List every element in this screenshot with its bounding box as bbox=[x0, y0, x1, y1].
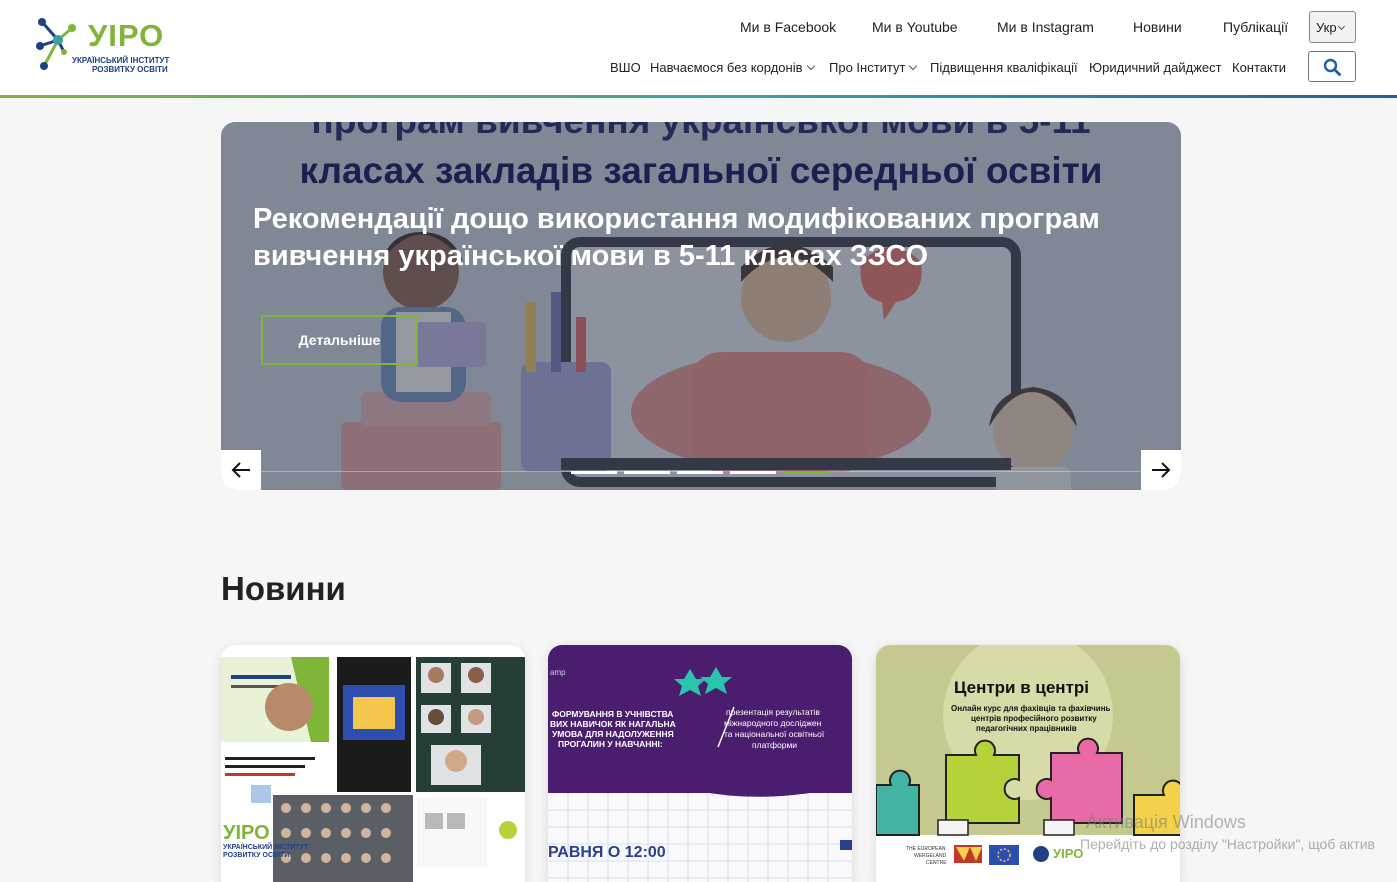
card-subheading: міжнародного досліджен bbox=[724, 718, 822, 728]
news-link[interactable]: Новини bbox=[1133, 19, 1182, 35]
chevron-down-icon bbox=[909, 61, 918, 71]
card-logo-text: УКРАЇНСЬКИЙ ІНСТИТУТ bbox=[223, 844, 309, 851]
card-heading: УМОВА ДЛЯ НАДОЛУЖЕННЯ bbox=[552, 729, 674, 739]
os-activation-watermark: Активація Windows bbox=[1086, 812, 1246, 832]
publications-link[interactable]: Публікації bbox=[1223, 19, 1288, 35]
card-heading: Центри в центрі bbox=[954, 678, 1090, 697]
svg-text:amp: amp bbox=[550, 668, 566, 677]
card-subheading: педагогічних працівників bbox=[976, 724, 1077, 733]
card-logo-text: РОЗВИТКУ ОСВІТИ bbox=[223, 852, 290, 859]
news-card[interactable]: УІРО УКРАЇНСЬКИЙ ІНСТИТУТ РОЗВИТКУ ОСВІТ… bbox=[221, 645, 525, 882]
slider-dot[interactable] bbox=[677, 471, 723, 474]
slider-dot[interactable] bbox=[571, 471, 617, 474]
card-subheading: презентація результатів bbox=[726, 707, 820, 717]
facebook-link[interactable]: Ми в Facebook bbox=[740, 19, 836, 35]
slider-dot[interactable] bbox=[730, 471, 776, 474]
nav-item-study-without-borders[interactable]: Навчаємося без кордонів bbox=[650, 60, 815, 75]
card-heading: ПРОГАЛИН У НАВЧАННІ: bbox=[558, 739, 663, 749]
hero-more-button[interactable]: Детальніше bbox=[261, 315, 418, 365]
search-icon bbox=[1323, 58, 1341, 76]
logo-word: УІРО bbox=[88, 18, 165, 53]
hero-background-text: класах закладів загальної середньої осві… bbox=[299, 150, 1103, 191]
chevron-down-icon bbox=[1337, 22, 1345, 31]
nav-item-legal-digest[interactable]: Юридичний дайджест bbox=[1089, 60, 1222, 75]
card-logo-word: УІРО bbox=[223, 822, 270, 844]
hero-title: Рекомендації дощо використання модифіков… bbox=[253, 203, 1100, 272]
site-header: УІРО УКРАЇНСЬКИЙ ІНСТИТУТ РОЗВИТКУ ОСВІТ… bbox=[0, 0, 1397, 95]
arrow-left-icon bbox=[231, 462, 250, 478]
slider-dot-active[interactable] bbox=[783, 471, 829, 474]
site-logo[interactable]: УІРО УКРАЇНСЬКИЙ ІНСТИТУТ РОЗВИТКУ ОСВІТ… bbox=[36, 18, 176, 74]
card-heading: ВИХ НАВИЧОК ЯК НАГАЛЬНА bbox=[550, 719, 676, 729]
slider-dot[interactable] bbox=[624, 471, 670, 474]
slider-next-button[interactable] bbox=[1141, 450, 1181, 490]
card-subheading: центрів професійного розвитку bbox=[971, 714, 1097, 723]
nav-item-contacts[interactable]: Контакти bbox=[1232, 60, 1286, 75]
arrow-right-icon bbox=[1152, 462, 1171, 478]
logo-subtitle: УКРАЇНСЬКИЙ ІНСТИТУТ bbox=[72, 56, 170, 65]
hero-slider: програм вивчення української мови в 5-11… bbox=[221, 122, 1181, 490]
card-heading: ФОРМУВАННЯ В УЧНІВСТВА bbox=[552, 709, 674, 719]
logo-subtitle: РОЗВИТКУ ОСВІТИ bbox=[92, 65, 168, 74]
nav-item-vsho[interactable]: ВШО bbox=[610, 60, 641, 75]
nav-item-label: Навчаємося без кордонів bbox=[650, 60, 803, 75]
card-subheading: та національної освітньої bbox=[724, 729, 825, 739]
card-subheading: платформи bbox=[752, 740, 798, 750]
news-section-title: Новини bbox=[221, 570, 346, 607]
hero-background-text: програм вивчення української мови в 5-11 bbox=[221, 122, 1181, 142]
chevron-down-icon bbox=[806, 61, 815, 71]
search-button[interactable] bbox=[1308, 51, 1356, 82]
molecule-logo-icon bbox=[36, 18, 76, 70]
card-subheading: Онлайн курс для фахівців та фахівчинь bbox=[951, 704, 1111, 713]
os-activation-watermark: Перейдіть до розділу "Настройки", щоб ак… bbox=[1080, 836, 1375, 852]
card-partner-text: THE EUROPEAN bbox=[906, 846, 946, 852]
nav-item-qualification[interactable]: Підвищення кваліфікації bbox=[930, 60, 1078, 75]
card-date: РАВНЯ О 12:00 bbox=[548, 844, 666, 861]
youtube-link[interactable]: Ми в Youtube bbox=[872, 19, 958, 35]
header-divider bbox=[0, 95, 1397, 98]
language-value: Укр bbox=[1316, 20, 1337, 35]
card-partner-text: CENTRE bbox=[926, 860, 947, 866]
nav-item-label: Про Інститут bbox=[829, 60, 906, 75]
card-logo-word: УІРО bbox=[1053, 846, 1084, 861]
nav-item-about-institute[interactable]: Про Інститут bbox=[829, 60, 918, 75]
instagram-link[interactable]: Ми в Instagram bbox=[997, 19, 1094, 35]
card-partner-text: WERGELAND bbox=[914, 853, 947, 859]
slider-prev-button[interactable] bbox=[221, 450, 261, 490]
language-select[interactable]: Укр bbox=[1309, 11, 1356, 43]
news-card[interactable]: amp ФОРМУВАННЯ В УЧНІВСТВА ВИХ НАВИЧОК Я… bbox=[548, 645, 852, 882]
